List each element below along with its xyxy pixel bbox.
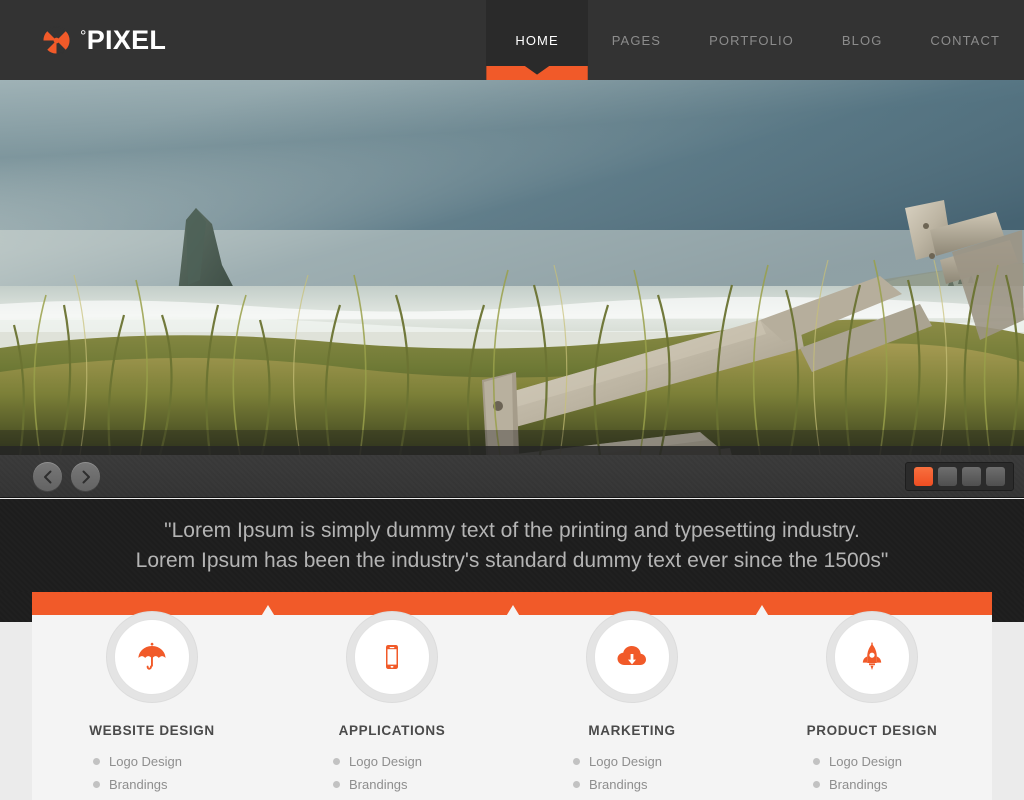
list-item[interactable]: Brandings — [333, 773, 451, 796]
service-list-item-label: Brandings — [109, 777, 168, 792]
rocket-icon — [856, 641, 888, 673]
page-root: °PIXEL HOME PAGES PORTFOLIO BLOG CONTACT — [0, 0, 1024, 800]
service-title-3: MARKETING — [588, 723, 676, 738]
service-list-4: Logo Design Brandings — [752, 750, 992, 796]
service-list-item-label: Logo Design — [829, 754, 902, 769]
service-list-item-label: Logo Design — [349, 754, 422, 769]
slider-dot-3[interactable] — [962, 467, 981, 486]
nav-item-pages-label: PAGES — [611, 32, 662, 48]
bullet-icon — [333, 758, 340, 765]
brand-logo[interactable]: °PIXEL — [42, 26, 166, 55]
active-tab-indicator — [486, 66, 588, 80]
site-header: °PIXEL HOME PAGES PORTFOLIO BLOG CONTACT — [0, 0, 1024, 80]
nav-item-portfolio[interactable]: PORTFOLIO — [685, 0, 818, 80]
list-item[interactable]: Brandings — [93, 773, 211, 796]
slider-dot-2[interactable] — [938, 467, 957, 486]
nav-item-pages[interactable]: PAGES — [588, 0, 685, 80]
service-title-1: WEBSITE DESIGN — [89, 723, 215, 738]
slider-next-button[interactable] — [71, 462, 100, 491]
service-list-item-label: Logo Design — [589, 754, 662, 769]
nav-item-blog[interactable]: BLOG — [818, 0, 907, 80]
bullet-icon — [93, 758, 100, 765]
nav-item-contact[interactable]: CONTACT — [906, 0, 1024, 80]
services-panel: WEBSITE DESIGN Logo Design Brandings APP… — [32, 592, 992, 800]
list-item[interactable]: Logo Design — [333, 750, 451, 773]
service-icon-button-2[interactable] — [354, 619, 430, 695]
service-icon-button-4[interactable] — [834, 619, 910, 695]
service-column-applications: APPLICATIONS Logo Design Brandings — [272, 615, 512, 800]
nav-item-home[interactable]: HOME — [486, 0, 588, 80]
bullet-icon — [573, 758, 580, 765]
list-item[interactable]: Brandings — [573, 773, 691, 796]
bullet-icon — [813, 758, 820, 765]
nav-item-portfolio-label: PORTFOLIO — [709, 32, 794, 48]
service-list-item-label: Brandings — [829, 777, 888, 792]
mobile-phone-icon — [376, 641, 408, 673]
service-icon-button-1[interactable] — [114, 619, 190, 695]
slider-control-bar — [0, 455, 1024, 498]
service-list-3: Logo Design Brandings — [512, 750, 752, 796]
bullet-icon — [813, 781, 820, 788]
brand-degree: ° — [80, 28, 87, 45]
nav-item-home-label: HOME — [515, 32, 559, 48]
service-column-product-design: PRODUCT DESIGN Logo Design Brandings — [752, 615, 992, 800]
slider-prev-button[interactable] — [33, 462, 62, 491]
services-columns: WEBSITE DESIGN Logo Design Brandings APP… — [32, 615, 992, 800]
services-section: WEBSITE DESIGN Logo Design Brandings APP… — [0, 592, 1024, 800]
list-item[interactable]: Logo Design — [573, 750, 691, 773]
brand-word: PIXEL — [86, 25, 167, 55]
chevron-left-icon — [42, 470, 54, 484]
service-title-2: APPLICATIONS — [338, 723, 446, 738]
service-list-2: Logo Design Brandings — [272, 750, 512, 796]
hero-slider-image[interactable] — [0, 80, 1024, 455]
nav-item-blog-label: BLOG — [841, 32, 883, 48]
service-column-website-design: WEBSITE DESIGN Logo Design Brandings — [32, 615, 272, 800]
list-item[interactable]: Logo Design — [813, 750, 931, 773]
list-item[interactable]: Brandings — [813, 773, 931, 796]
chevron-right-icon — [80, 470, 92, 484]
tagline-text: "Lorem Ipsum is simply dummy text of the… — [135, 518, 889, 572]
service-list-1: Logo Design Brandings — [32, 750, 272, 796]
nav-item-contact-label: CONTACT — [930, 32, 1000, 48]
tagline-section: "Lorem Ipsum is simply dummy text of the… — [0, 499, 1024, 592]
service-list-item-label: Logo Design — [109, 754, 182, 769]
service-column-marketing: MARKETING Logo Design Brandings — [512, 615, 752, 800]
bullet-icon — [333, 781, 340, 788]
list-item[interactable]: Logo Design — [93, 750, 211, 773]
service-title-4: PRODUCT DESIGN — [806, 723, 938, 738]
main-navigation: HOME PAGES PORTFOLIO BLOG CONTACT — [486, 0, 1024, 80]
bullet-icon — [573, 781, 580, 788]
umbrella-icon — [136, 641, 168, 673]
service-list-item-label: Brandings — [589, 777, 648, 792]
bullet-icon — [93, 781, 100, 788]
cloud-download-icon — [615, 640, 649, 674]
service-list-item-label: Brandings — [349, 777, 408, 792]
radiation-pinwheel-icon — [42, 26, 71, 55]
slider-dot-4[interactable] — [986, 467, 1005, 486]
slider-pagination — [905, 462, 1014, 491]
brand-name: °PIXEL — [80, 27, 166, 54]
slider-dot-1[interactable] — [914, 467, 933, 486]
service-icon-button-3[interactable] — [594, 619, 670, 695]
